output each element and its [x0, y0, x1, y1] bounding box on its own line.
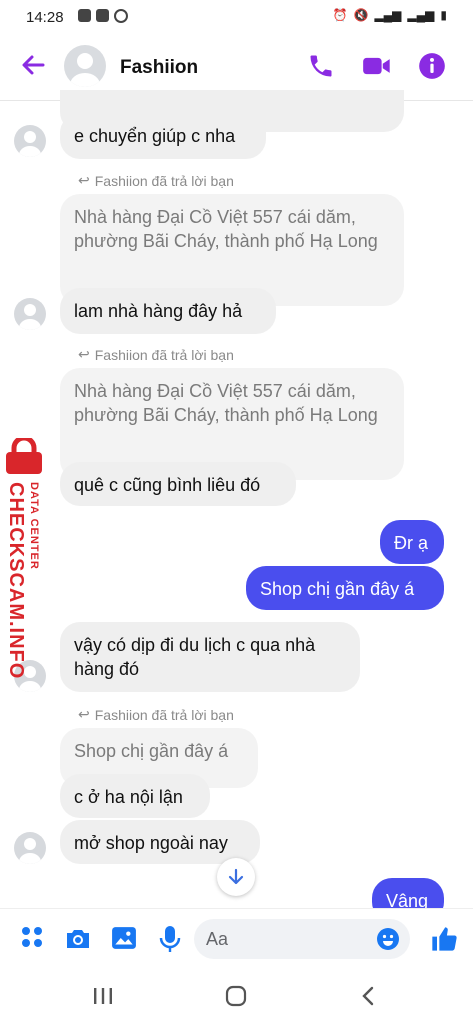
contact-avatar[interactable] — [64, 45, 106, 87]
messenger-notification-icon — [114, 9, 128, 23]
home-icon[interactable] — [225, 985, 247, 1007]
status-time: 14:28 — [26, 9, 64, 26]
signal-icon-2: ▂▄▆ — [407, 8, 435, 22]
back-nav-icon[interactable] — [360, 985, 376, 1007]
android-nav-bar — [0, 968, 473, 1024]
watermark-title: CHECKSCAM.INFO — [5, 482, 27, 680]
message-bubble[interactable]: e chuyển giúp c nha — [60, 113, 266, 159]
my-message-bubble[interactable]: Đr ạ — [380, 520, 444, 564]
reply-note: ↩ Fashiion đã trả lời bạn — [78, 706, 234, 723]
status-bar: 14:28 ⏰ 🔇 ▂▄▆ ▂▄▆ ▮ — [0, 0, 473, 36]
message-composer: Aa — [0, 908, 473, 969]
system-icons: ⏰ 🔇 ▂▄▆ ▂▄▆ ▮ — [333, 8, 447, 22]
reply-icon: ↩ — [78, 346, 90, 362]
gallery-notification-icon — [78, 9, 91, 22]
message-bubble[interactable]: quê c cũng bình liêu đó — [60, 462, 296, 506]
contact-avatar-small — [14, 298, 46, 330]
message-bubble[interactable]: lam nhà hàng đây hả — [60, 288, 276, 334]
message-input[interactable]: Aa — [194, 919, 410, 959]
contact-avatar-small — [14, 125, 46, 157]
phone-call-icon[interactable] — [307, 52, 335, 80]
mute-icon: 🔇 — [353, 8, 369, 22]
reply-note: ↩ Fashiion đã trả lời bạn — [78, 346, 234, 363]
contact-name[interactable]: Fashiion — [120, 57, 198, 79]
gallery-icon[interactable] — [111, 925, 139, 953]
alarm-icon: ⏰ — [332, 8, 348, 22]
youtube-notification-icon — [96, 9, 109, 22]
battery-icon: ▮ — [440, 8, 447, 22]
info-icon[interactable] — [418, 52, 446, 80]
checkscam-watermark: DATA CENTER CHECKSCAM.INFO — [2, 438, 52, 679]
recent-apps-icon[interactable] — [92, 986, 114, 1006]
arrow-down-icon — [228, 868, 244, 885]
message-input-placeholder: Aa — [206, 928, 229, 949]
notification-icons — [78, 9, 128, 23]
reply-note-text: Fashiion đã trả lời bạn — [94, 706, 234, 723]
camera-icon[interactable] — [64, 925, 92, 953]
reply-icon: ↩ — [78, 706, 90, 722]
scroll-to-bottom-button[interactable] — [217, 858, 255, 896]
message-bubble[interactable]: vậy có dịp đi du lịch c qua nhà hàng đó — [60, 622, 360, 692]
message-bubble[interactable]: mở shop ngoài nay — [60, 820, 260, 864]
signal-icon: ▂▄▆ — [374, 8, 402, 22]
my-message-bubble[interactable]: Shop chị gần đây á — [246, 566, 444, 610]
reply-note: ↩ Fashiion đã trả lời bạn — [78, 172, 234, 189]
emoji-icon[interactable] — [376, 927, 400, 951]
reply-note-text: Fashiion đã trả lời bạn — [94, 172, 234, 189]
back-arrow-icon[interactable] — [18, 50, 48, 80]
reply-note-text: Fashiion đã trả lời bạn — [94, 346, 234, 363]
video-call-icon[interactable] — [362, 52, 390, 80]
contact-avatar-small — [14, 832, 46, 864]
reply-icon: ↩ — [78, 172, 90, 188]
watermark-subtitle: DATA CENTER — [28, 482, 40, 570]
message-bubble[interactable]: c ở ha nội lận — [60, 774, 210, 818]
thumbs-up-icon[interactable] — [430, 925, 458, 953]
menu-dots-icon[interactable] — [20, 925, 48, 953]
lock-icon — [6, 438, 42, 474]
microphone-icon[interactable] — [158, 925, 186, 953]
